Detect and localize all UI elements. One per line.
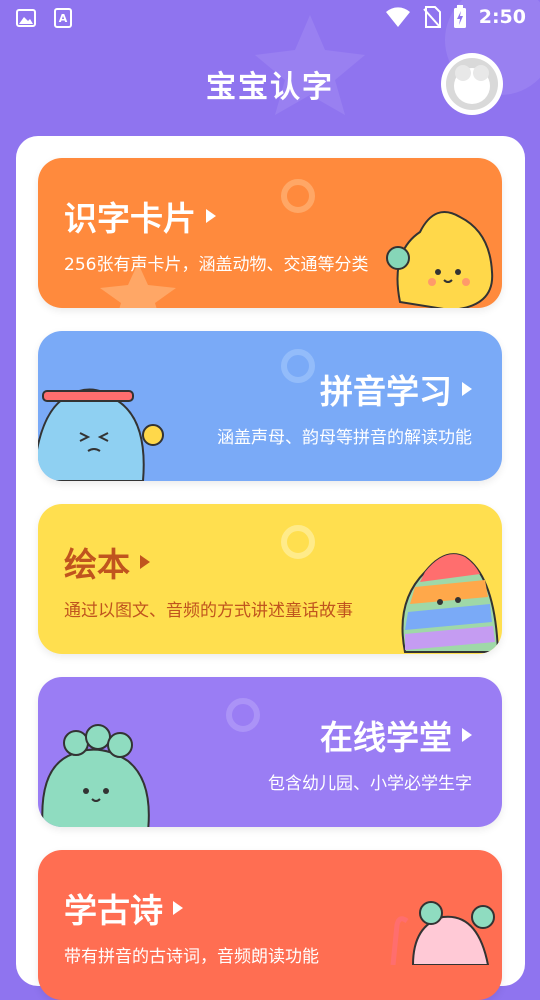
card-title: 拼音学习 [320, 365, 472, 413]
card-pinyin-learning[interactable]: 拼音学习 涵盖声母、韵母等拼音的解读功能 [38, 331, 502, 481]
card-description: 包含幼儿园、小学必学生字 [268, 774, 472, 794]
card-description: 涵盖声母、韵母等拼音的解读功能 [217, 428, 472, 448]
card-description: 带有拼音的古诗词，音频朗读功能 [64, 947, 319, 967]
green-monster-icon [41, 724, 150, 827]
avatar-button[interactable] [443, 55, 501, 113]
play-arrow-icon [140, 555, 150, 569]
card-title-text: 在线学堂 [320, 718, 452, 757]
status-bar: A 2:50 [0, 0, 540, 36]
card-online-classroom[interactable]: 在线学堂 包含幼儿园、小学必学生字 [38, 677, 502, 827]
play-arrow-icon [462, 728, 472, 742]
text-icon: A [54, 8, 72, 28]
image-icon [16, 9, 36, 27]
card-title: 学古诗 [64, 884, 183, 932]
card-title: 绘本 [64, 538, 150, 586]
battery-charging-icon [453, 5, 466, 28]
card-title: 识字卡片 [64, 192, 216, 240]
decorative-ring-icon [226, 698, 260, 732]
card-title-text: 识字卡片 [64, 199, 196, 238]
card-literacy-cards[interactable]: 识字卡片 256张有声卡片，涵盖动物、交通等分类 [38, 158, 502, 308]
pink-monster-icon [390, 901, 495, 965]
card-title-text: 绘本 [64, 545, 130, 584]
play-arrow-icon [173, 901, 183, 915]
wifi-icon [385, 7, 410, 27]
card-description: 通过以图文、音频的方式讲述童话故事 [64, 601, 353, 621]
svg-text:A: A [59, 12, 68, 25]
avatar-placeholder-icon [446, 58, 498, 110]
card-title-text: 拼音学习 [320, 372, 452, 411]
no-sim-icon [422, 6, 441, 28]
rainbow-monster-icon [401, 553, 500, 653]
card-title: 在线学堂 [320, 711, 472, 759]
decorative-ring-icon [281, 179, 315, 213]
card-description: 256张有声卡片，涵盖动物、交通等分类 [64, 255, 369, 275]
card-ancient-poems[interactable]: 学古诗 带有拼音的古诗词，音频朗读功能 [38, 850, 502, 1000]
card-title-text: 学古诗 [64, 891, 163, 930]
clock-time: 2:50 [478, 6, 526, 28]
play-arrow-icon [462, 382, 472, 396]
play-arrow-icon [206, 209, 216, 223]
yellow-monster-icon [386, 211, 494, 308]
card-picture-books[interactable]: 绘本 通过以图文、音频的方式讲述童话故事 [38, 504, 502, 654]
decorative-ring-icon [281, 525, 315, 559]
blue-monster-icon [38, 388, 164, 481]
decorative-ring-icon [281, 349, 315, 383]
